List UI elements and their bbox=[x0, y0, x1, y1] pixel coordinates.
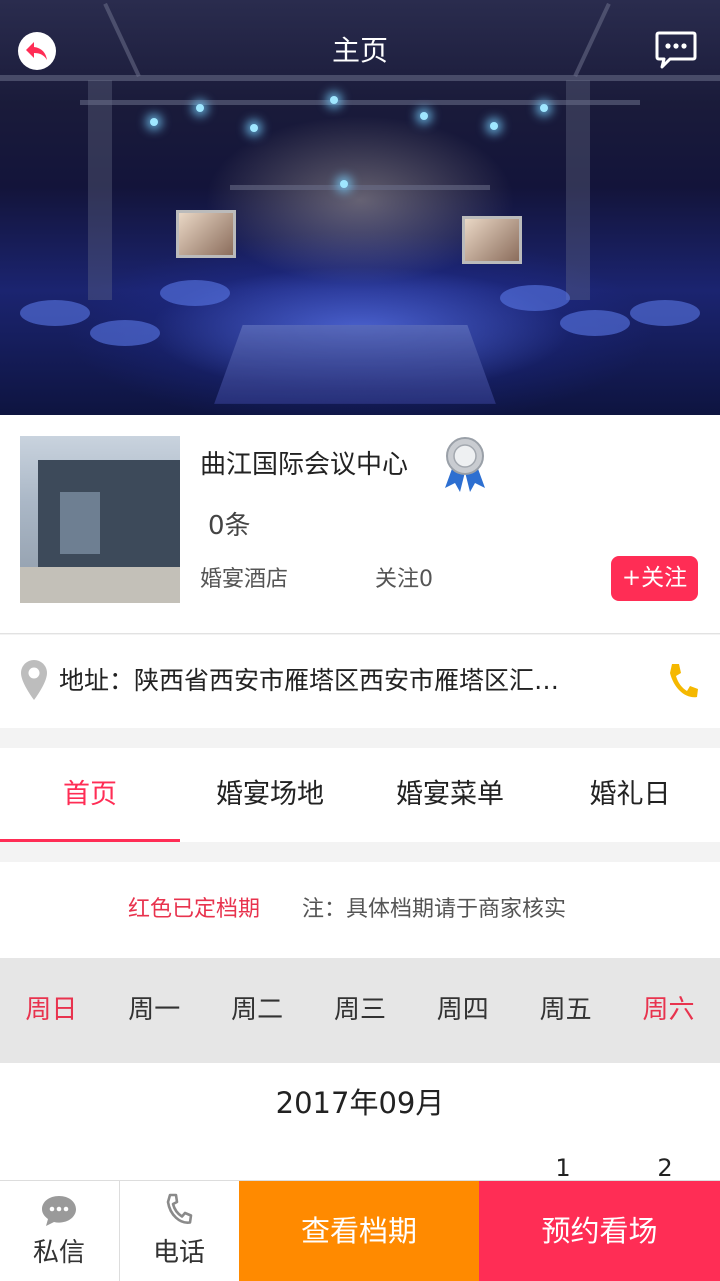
weekday-mon: 周一 bbox=[128, 995, 181, 1025]
tab-banquet-menu[interactable]: 婚宴菜单 bbox=[360, 748, 540, 842]
calendar: 2017年09月 1 2 bbox=[0, 1063, 720, 1180]
private-message-button[interactable]: 私信 bbox=[0, 1181, 118, 1281]
follow-button[interactable]: +关注 bbox=[611, 556, 698, 601]
weekday-wed: 周三 bbox=[333, 995, 386, 1025]
venue-tabs: 首页 婚宴场地 婚宴菜单 婚礼日 bbox=[0, 748, 720, 842]
view-schedule-button[interactable]: 查看档期 bbox=[239, 1181, 479, 1281]
weekday-sun: 周日 bbox=[25, 995, 78, 1025]
schedule-disclaimer: 注：具体档期请于商家核实 bbox=[302, 897, 567, 922]
private-message-label: 私信 bbox=[32, 1238, 85, 1268]
phone-icon bbox=[166, 1193, 193, 1224]
phone-icon[interactable] bbox=[666, 661, 700, 701]
follower-count: 关注0 bbox=[375, 567, 433, 592]
venue-thumbnail[interactable] bbox=[20, 436, 180, 603]
weekday-sat: 周六 bbox=[642, 995, 695, 1025]
booked-legend: 红色已定档期 bbox=[128, 897, 261, 922]
medal-icon bbox=[445, 437, 485, 492]
calendar-month: 2017年09月 bbox=[275, 1086, 445, 1120]
weekday-header: 周日 周一 周二 周三 周四 周五 周六 bbox=[0, 958, 720, 1063]
weekday-fri: 周五 bbox=[539, 995, 592, 1025]
venue-review-count: 0条 bbox=[208, 511, 251, 541]
calendar-day[interactable]: 1 bbox=[543, 1151, 583, 1180]
calendar-day[interactable]: 2 bbox=[645, 1151, 685, 1180]
book-visit-button[interactable]: 预约看场 bbox=[479, 1181, 720, 1281]
venue-type: 婚宴酒店 bbox=[200, 567, 289, 592]
message-button[interactable] bbox=[654, 28, 698, 72]
weekday-thu: 周四 bbox=[436, 995, 489, 1025]
bottom-action-bar: 私信 电话 查看档期 预约看场 bbox=[0, 1180, 720, 1281]
chat-icon bbox=[42, 1196, 76, 1226]
page-title: 主页 bbox=[331, 34, 388, 67]
call-label: 电话 bbox=[152, 1238, 205, 1268]
tab-venue-halls[interactable]: 婚宴场地 bbox=[180, 748, 360, 842]
address-text: 地址：陕西省西安市雁塔区西安市雁塔区汇… bbox=[59, 666, 560, 695]
location-pin-icon bbox=[21, 660, 47, 700]
call-button[interactable]: 电话 bbox=[120, 1181, 238, 1281]
chat-bubble-icon bbox=[655, 31, 697, 69]
venue-name: 曲江国际会议中心 bbox=[200, 450, 409, 480]
schedule-note: 红色已定档期 注：具体档期请于商家核实 bbox=[0, 862, 720, 958]
address-row[interactable]: 地址：陕西省西安市雁塔区西安市雁塔区汇… bbox=[0, 635, 720, 728]
tab-wedding-day[interactable]: 婚礼日 bbox=[540, 748, 720, 842]
weekday-tue: 周二 bbox=[231, 995, 284, 1025]
tab-home[interactable]: 首页 bbox=[0, 748, 180, 842]
